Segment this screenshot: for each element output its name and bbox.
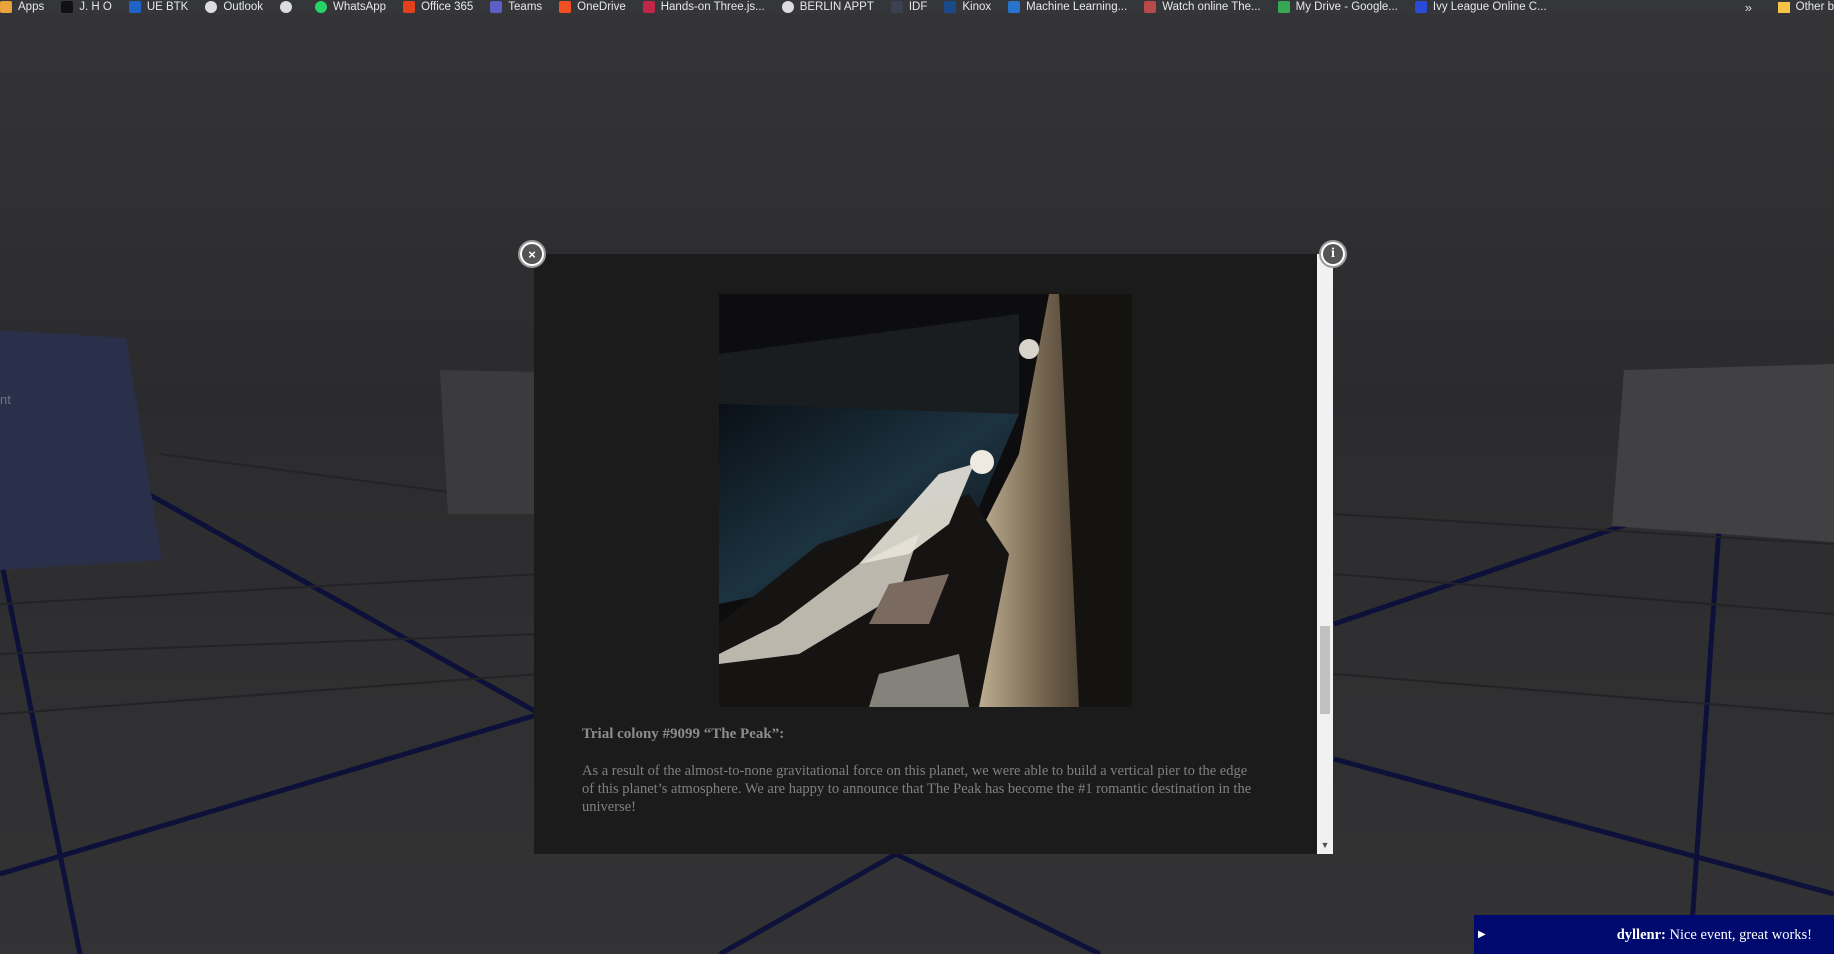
bookmark-item[interactable]: OneDrive bbox=[559, 0, 626, 14]
google-drive-icon bbox=[1277, 1, 1290, 13]
coursera-icon bbox=[1008, 1, 1021, 13]
whatsapp-icon bbox=[315, 1, 327, 13]
bookmark-label: My Drive - Google... bbox=[1295, 1, 1398, 13]
bookmark-label: WhatsApp bbox=[333, 1, 387, 13]
folder-icon bbox=[1777, 1, 1790, 13]
bookmark-item[interactable]: WhatsApp bbox=[315, 0, 386, 14]
scroll-down-arrow-icon[interactable]: ▼ bbox=[1317, 838, 1333, 852]
bookmark-item[interactable]: Office 365 bbox=[403, 0, 473, 14]
bookmark-item[interactable]: Teams bbox=[490, 0, 542, 14]
globe-icon bbox=[205, 1, 218, 13]
left-panel-label: nt bbox=[0, 392, 11, 407]
artwork-modal: Trial colony #9099 “The Peak”: As a resu… bbox=[534, 254, 1317, 854]
office-icon bbox=[403, 1, 416, 13]
close-modal-button[interactable]: × bbox=[518, 240, 546, 268]
bookmark-item[interactable]: Kinox bbox=[944, 0, 991, 14]
bookmark-item[interactable]: My Drive - Google... bbox=[1277, 0, 1398, 14]
tiktok-icon bbox=[61, 1, 74, 13]
bookmark-label: UE BTK bbox=[146, 1, 189, 13]
bookmark-label: Ivy League Online C... bbox=[1432, 1, 1547, 13]
bookmark-item[interactable]: BERLIN APPT bbox=[781, 0, 874, 14]
chat-username: dyllenr: bbox=[1616, 927, 1666, 943]
microsoft-icon bbox=[559, 1, 572, 13]
bookmark-label: IDF bbox=[908, 1, 928, 13]
bookmark-blue-icon bbox=[128, 1, 141, 13]
bookmark-label: Hands-on Three.js... bbox=[660, 1, 765, 13]
close-icon: × bbox=[522, 244, 542, 264]
bookmark-label: OneDrive bbox=[577, 1, 626, 13]
artwork-title: Trial colony #9099 “The Peak”: bbox=[582, 726, 785, 742]
bookmark-label: Office 365 bbox=[421, 1, 474, 13]
other-bookmarks-label: Other b bbox=[1795, 1, 1834, 13]
bookmark-label: J. H O bbox=[79, 1, 112, 13]
kinox-icon bbox=[944, 1, 957, 13]
teams-icon bbox=[490, 1, 503, 13]
edx-icon bbox=[1414, 1, 1427, 13]
modal-scrollbar[interactable]: ▼ bbox=[1317, 254, 1333, 854]
bookmarks-bar: Apps J. H O UE BTK Outlook WhatsApp Office 36… bbox=[0, 0, 1834, 14]
bookmark-label: Apps bbox=[18, 1, 45, 13]
chat-bar: ▶ dyllenr: Nice event, great works! bbox=[1474, 915, 1834, 954]
idf-icon bbox=[890, 1, 903, 13]
other-bookmarks-button[interactable]: Other b bbox=[1777, 0, 1834, 14]
udemy-icon bbox=[642, 1, 655, 13]
bookmark-label: Kinox bbox=[962, 1, 992, 13]
bookmark-item[interactable]: IDF bbox=[890, 0, 928, 14]
star-icon bbox=[1144, 1, 1157, 13]
chat-text: Nice event, great works! bbox=[1665, 927, 1812, 943]
globe-icon bbox=[781, 1, 794, 13]
peak-artwork bbox=[719, 294, 1132, 707]
bookmark-item[interactable]: UE BTK bbox=[128, 0, 189, 14]
bookmark-item[interactable]: Hands-on Three.js... bbox=[642, 0, 765, 14]
artwork-image bbox=[719, 294, 1132, 707]
info-icon: i bbox=[1323, 244, 1343, 264]
chat-expand-icon[interactable]: ▶ bbox=[1478, 929, 1486, 940]
artwork-description: As a result of the almost-to-none gravit… bbox=[582, 763, 1252, 815]
bookmark-label: Machine Learning... bbox=[1026, 1, 1128, 13]
bookmark-item[interactable]: Apps bbox=[0, 0, 44, 14]
bookmark-item[interactable]: Ivy League Online C... bbox=[1414, 0, 1547, 14]
bookmark-label: Watch online The... bbox=[1162, 1, 1261, 13]
bookmark-item[interactable]: J. H O bbox=[61, 0, 112, 14]
info-button[interactable]: i bbox=[1319, 240, 1347, 268]
bookmark-label: Outlook bbox=[223, 1, 263, 13]
bookmark-item[interactable]: Outlook bbox=[205, 0, 263, 14]
scrollbar-thumb[interactable] bbox=[1320, 626, 1330, 714]
globe-icon bbox=[280, 1, 292, 13]
bookmark-item[interactable]: Machine Learning... bbox=[1008, 0, 1127, 14]
bookmark-item[interactable]: Watch online The... bbox=[1144, 0, 1261, 14]
chat-message: dyllenr: Nice event, great works! bbox=[1617, 927, 1812, 944]
bookmark-item[interactable] bbox=[280, 1, 298, 13]
bookmark-label: BERLIN APPT bbox=[799, 1, 874, 13]
bookmarks-more-button[interactable]: » bbox=[1745, 0, 1752, 15]
bookmark-label: Teams bbox=[508, 1, 543, 13]
apps-grid-icon bbox=[0, 1, 12, 13]
